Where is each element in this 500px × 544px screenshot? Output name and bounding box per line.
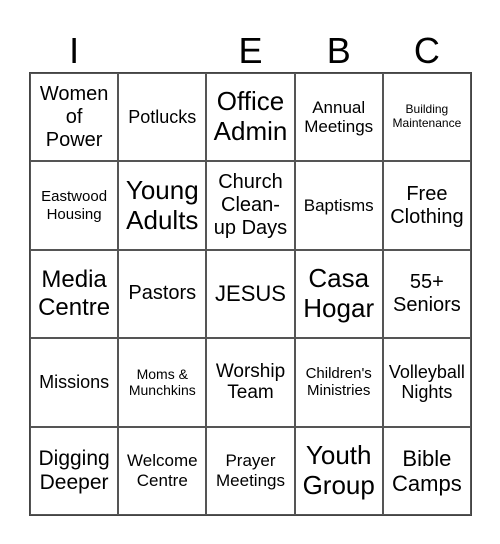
- bingo-cell[interactable]: Missions: [30, 338, 119, 427]
- bingo-cell[interactable]: Potlucks: [118, 73, 207, 162]
- bingo-cell[interactable]: Eastwood Housing: [30, 161, 119, 250]
- header-letter: C: [413, 30, 440, 71]
- header-letter: E: [238, 30, 263, 71]
- bingo-cell[interactable]: Baptisms: [294, 161, 383, 250]
- bingo-cell[interactable]: Church Clean- up Days: [206, 161, 295, 250]
- bingo-cell[interactable]: JESUS: [206, 249, 295, 339]
- header-letter: I: [69, 30, 80, 71]
- bingo-cell[interactable]: Volleyball Nights: [382, 338, 471, 427]
- bingo-cell[interactable]: Media Centre: [30, 249, 119, 339]
- bingo-cell[interactable]: Moms & Munchkins: [118, 338, 207, 427]
- bingo-cell[interactable]: Worship Team: [206, 338, 295, 427]
- bingo-cell[interactable]: Children's Ministries: [294, 338, 383, 427]
- bingo-cell[interactable]: Welcome Centre: [118, 426, 207, 515]
- bingo-cell[interactable]: Building Maintenance: [382, 73, 471, 162]
- bingo-cell[interactable]: Casa Hogar: [294, 249, 383, 339]
- bingo-cell[interactable]: Women of Power: [30, 73, 119, 162]
- bingo-cell[interactable]: Youth Group: [294, 426, 383, 515]
- bingo-cell[interactable]: Prayer Meetings: [206, 426, 295, 515]
- header-letter: B: [326, 30, 351, 71]
- bingo-grid: Women of Power Potlucks Office Admin Annual…: [29, 72, 472, 516]
- bingo-cell[interactable]: Annual Meetings: [294, 73, 383, 162]
- bingo-cell[interactable]: 55+ Seniors: [382, 249, 471, 339]
- header-letter: [118, 30, 206, 72]
- bingo-cell[interactable]: Young Adults: [118, 161, 207, 250]
- bingo-header: I E B C: [30, 30, 471, 72]
- bingo-cell[interactable]: Pastors: [118, 249, 207, 339]
- bingo-cell[interactable]: Bible Camps: [382, 426, 471, 515]
- bingo-cell[interactable]: Free Clothing: [382, 161, 471, 250]
- bingo-cell[interactable]: Office Admin: [206, 73, 295, 162]
- bingo-cell[interactable]: Digging Deeper: [30, 426, 119, 515]
